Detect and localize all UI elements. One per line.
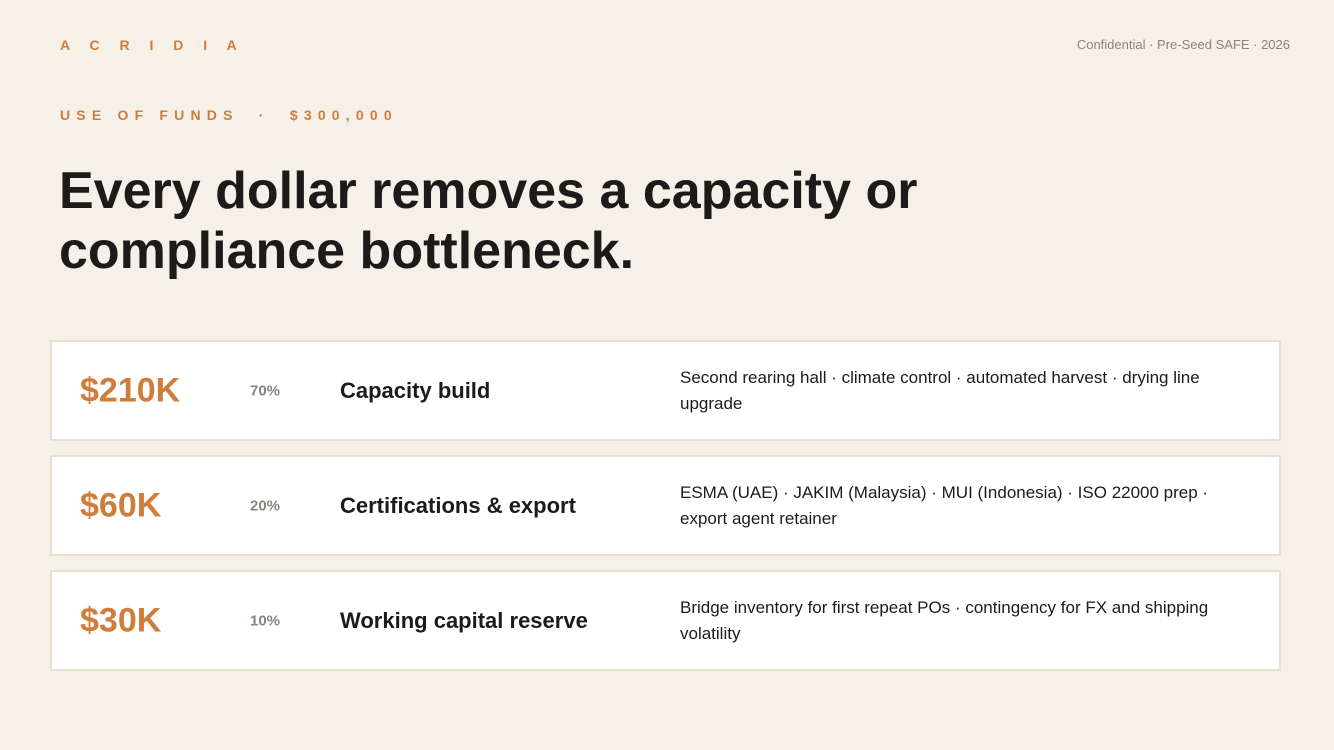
row-percent: 20% [250, 497, 281, 514]
row-title: Working capital reserve [340, 607, 588, 633]
row-percent: 70% [250, 382, 281, 399]
funds-row-certifications: $60K 20% Certifications & export ESMA (U… [50, 455, 1281, 556]
funds-table: $210K 70% Capacity build Second rearing … [50, 340, 1281, 685]
row-amount: $30K [80, 601, 162, 639]
brand-logo: A C R I D I A [60, 37, 245, 53]
section-eyebrow: USE OF FUNDS · $300,000 [60, 107, 398, 123]
row-title: Certifications & export [340, 492, 576, 518]
funds-row-capacity: $210K 70% Capacity build Second rearing … [50, 340, 1281, 441]
row-amount: $60K [80, 486, 162, 524]
row-percent: 10% [250, 612, 281, 629]
page-headline: Every dollar removes a capacity or compl… [59, 162, 918, 280]
row-description: ESMA (UAE) · JAKIM (Malaysia) · MUI (Ind… [680, 482, 1209, 528]
row-description: Bridge inventory for first repeat POs · … [680, 597, 1209, 643]
row-amount: $210K [80, 371, 181, 409]
funds-row-working-capital: $30K 10% Working capital reserve Bridge … [50, 570, 1281, 671]
confidential-label: Confidential · Pre-Seed SAFE · 2026 [1076, 37, 1290, 52]
row-description: Second rearing hall · climate control · … [680, 367, 1200, 413]
row-title: Capacity build [340, 377, 491, 403]
